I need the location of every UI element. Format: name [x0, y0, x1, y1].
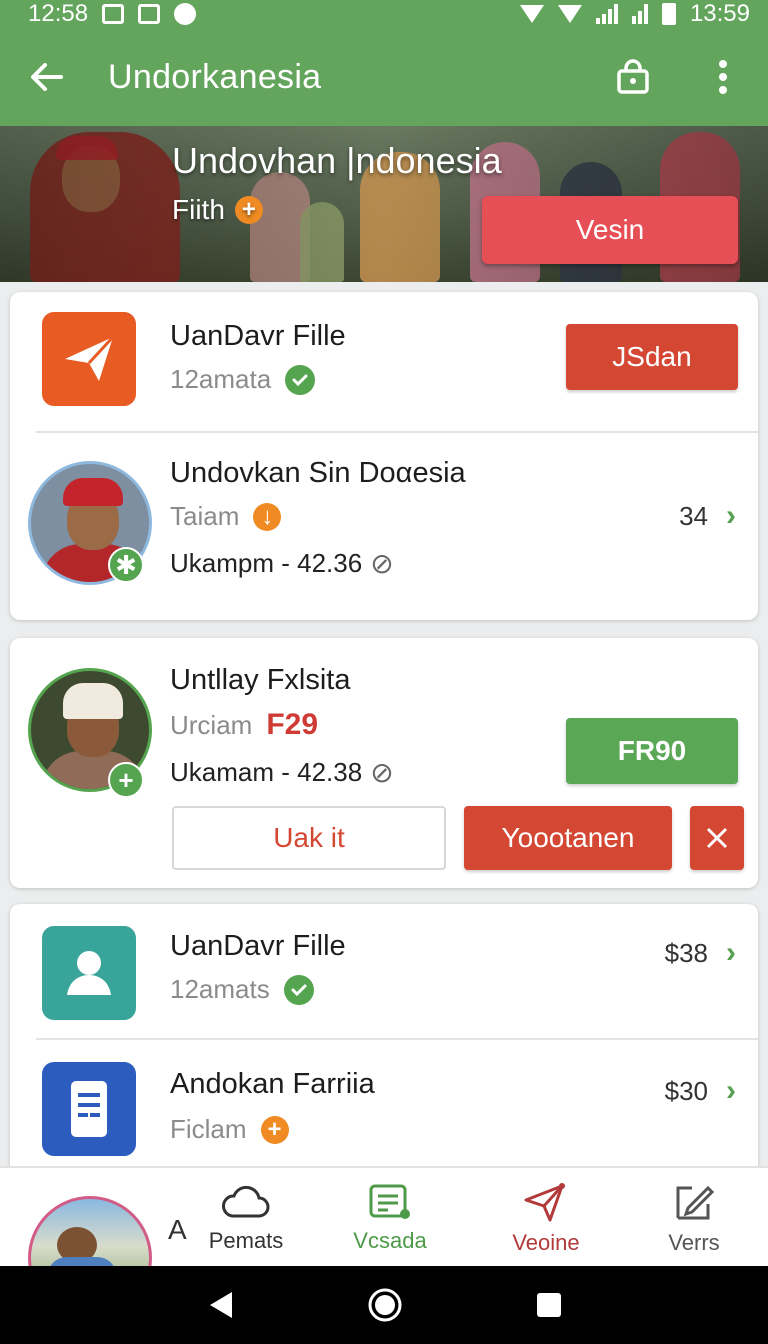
- yoootanen-button[interactable]: Yoootanen: [464, 806, 672, 870]
- item-meta-text: Taiam: [170, 501, 240, 531]
- fr90-button[interactable]: FR90: [566, 718, 738, 784]
- list-card-2: + Untllay Fxlsita Urciam F29 Ukamam - 42…: [10, 638, 758, 888]
- list-card-3: UanDavr Fille 12amats $38 › Andokan Farr…: [10, 904, 758, 1204]
- item-count-text: 34: [679, 500, 708, 531]
- back-triangle-icon[interactable]: [206, 1290, 234, 1320]
- close-icon: [706, 827, 728, 849]
- chevron-right-icon: ›: [726, 1074, 736, 1107]
- blocked-icon: ⊘: [370, 548, 394, 579]
- dismiss-button[interactable]: [690, 806, 744, 870]
- item-name: UanDavr Fille: [170, 930, 346, 962]
- more-menu-button[interactable]: [678, 28, 768, 126]
- list-item[interactable]: UanDavr Fille 12amata JSdan: [10, 292, 758, 432]
- verified-check-icon: [283, 974, 314, 1005]
- list-card-1: UanDavr Fille 12amata JSdan ✱ Undovkan S…: [10, 292, 758, 620]
- hero-title: Undovhan |ndonesia: [172, 140, 502, 181]
- item-meta-secondary: Ukampm - 42.36 ⊘: [170, 547, 394, 580]
- more-vert-icon: [719, 60, 727, 94]
- receipt-icon: [369, 1184, 410, 1219]
- nav-item-verrs[interactable]: Verrs: [644, 1168, 744, 1268]
- nav-item-pemats[interactable]: Pemats: [196, 1168, 296, 1268]
- item-count: 34 ›: [679, 499, 736, 533]
- item-price-text: $30: [664, 1075, 708, 1106]
- add-badge-icon: +: [234, 196, 263, 224]
- lock-button[interactable]: [588, 28, 678, 126]
- item-meta: 12amats: [170, 974, 314, 1005]
- download-badge-icon: ↓: [253, 502, 282, 531]
- hero-cta-button[interactable]: Vesin: [482, 196, 738, 264]
- back-button[interactable]: [0, 28, 94, 126]
- recents-square-icon[interactable]: [536, 1292, 562, 1318]
- send-icon: [524, 1183, 565, 1222]
- nav-label: Verrs: [668, 1230, 720, 1255]
- chevron-right-icon: ›: [726, 936, 736, 969]
- add-badge-icon: +: [260, 1115, 289, 1144]
- signal-secondary-icon: [631, 4, 648, 24]
- lock-icon: [617, 59, 649, 94]
- notification-icon: [102, 4, 125, 24]
- hero-subtitle: Fiith: [172, 194, 225, 225]
- add-contact-icon[interactable]: ✱: [108, 547, 144, 583]
- page-title: Undorkanesia: [108, 57, 322, 96]
- join-button[interactable]: JSdan: [566, 324, 738, 390]
- battery-icon: [661, 3, 676, 25]
- item-meta-text: Urciam: [170, 709, 253, 740]
- app-bar: Undorkanesia: [0, 28, 768, 126]
- chevron-right-icon: ›: [726, 499, 736, 532]
- home-circle-icon[interactable]: [367, 1287, 403, 1323]
- item-price: $38 ›: [665, 936, 736, 970]
- nav-label: Veoine: [512, 1230, 580, 1255]
- nav-letter: A: [168, 1214, 187, 1245]
- nav-item-veoine[interactable]: Veoine: [496, 1168, 596, 1268]
- item-name: Untllay Fxlsita: [170, 664, 351, 696]
- status-time-right: 13:59: [689, 0, 750, 27]
- item-name: Undovkan Sin Doαesia: [170, 457, 466, 489]
- item-meta-text: 12amata: [170, 364, 272, 394]
- hero-banner: Undovhan |ndonesia Fiith + Vesin: [0, 126, 768, 282]
- nav-item-vcsada[interactable]: Vcsada: [340, 1168, 440, 1268]
- nav-label: Vcsada: [353, 1228, 427, 1253]
- edit-icon: [676, 1185, 715, 1220]
- info-notification-icon: [174, 3, 197, 25]
- status-bar: 12:58 13:59: [0, 0, 768, 28]
- document-icon: [42, 1062, 136, 1156]
- item-meta-secondary: Ukamam - 42.38 ⊘: [170, 756, 394, 789]
- item-price-text: $38: [664, 937, 708, 968]
- item-price: $30 ›: [665, 1074, 736, 1108]
- item-meta: 12amata: [170, 364, 316, 395]
- user-icon: [42, 926, 136, 1020]
- list-item[interactable]: ✱ Undovkan Sin Doαesia Taiam ↓ Ukampm - …: [10, 433, 758, 620]
- list-item[interactable]: UanDavr Fille 12amats $38 ›: [10, 904, 758, 1040]
- item-name: Andokan Farriia: [170, 1068, 375, 1100]
- status-left: 12:58: [28, 0, 197, 28]
- cloud-icon: [222, 1185, 270, 1218]
- paper-plane-icon: [42, 312, 136, 406]
- item-meta2-text: Ukampm - 42.36: [170, 548, 363, 578]
- item-meta: Taiam ↓: [170, 501, 282, 532]
- nav-label: Pemats: [208, 1228, 284, 1253]
- uak-it-button[interactable]: Uak it: [172, 806, 446, 870]
- calendar-notification-icon: [138, 4, 161, 24]
- status-time-left: 12:58: [28, 0, 89, 27]
- status-right: 13:59: [519, 0, 750, 28]
- item-meta-text: Ficlam: [170, 1114, 247, 1144]
- item-meta-text: 12amats: [170, 974, 270, 1004]
- bottom-navigation: A Pemats Vcsada Veoine Verrs: [0, 1166, 768, 1320]
- item-meta: Urciam F29: [170, 708, 318, 742]
- item-meta: Ficlam +: [170, 1114, 289, 1145]
- item-code: F29: [266, 708, 319, 741]
- blocked-icon: ⊘: [370, 757, 394, 788]
- signal-icon: [595, 4, 618, 24]
- add-contact-icon[interactable]: +: [108, 762, 144, 798]
- list-item[interactable]: Andokan Farriia Ficlam + $30 ›: [10, 1040, 758, 1180]
- verified-check-icon: [285, 364, 316, 395]
- item-name: UanDavr Fille: [170, 320, 346, 352]
- hero-subtitle-row: Fiith +: [172, 194, 263, 226]
- wifi-secondary-icon: [557, 5, 582, 23]
- arrow-left-icon: [31, 63, 63, 91]
- system-navigation-bar: [0, 1266, 768, 1344]
- item-meta2-text: Ukamam - 42.38: [170, 757, 363, 787]
- wifi-icon: [519, 5, 544, 23]
